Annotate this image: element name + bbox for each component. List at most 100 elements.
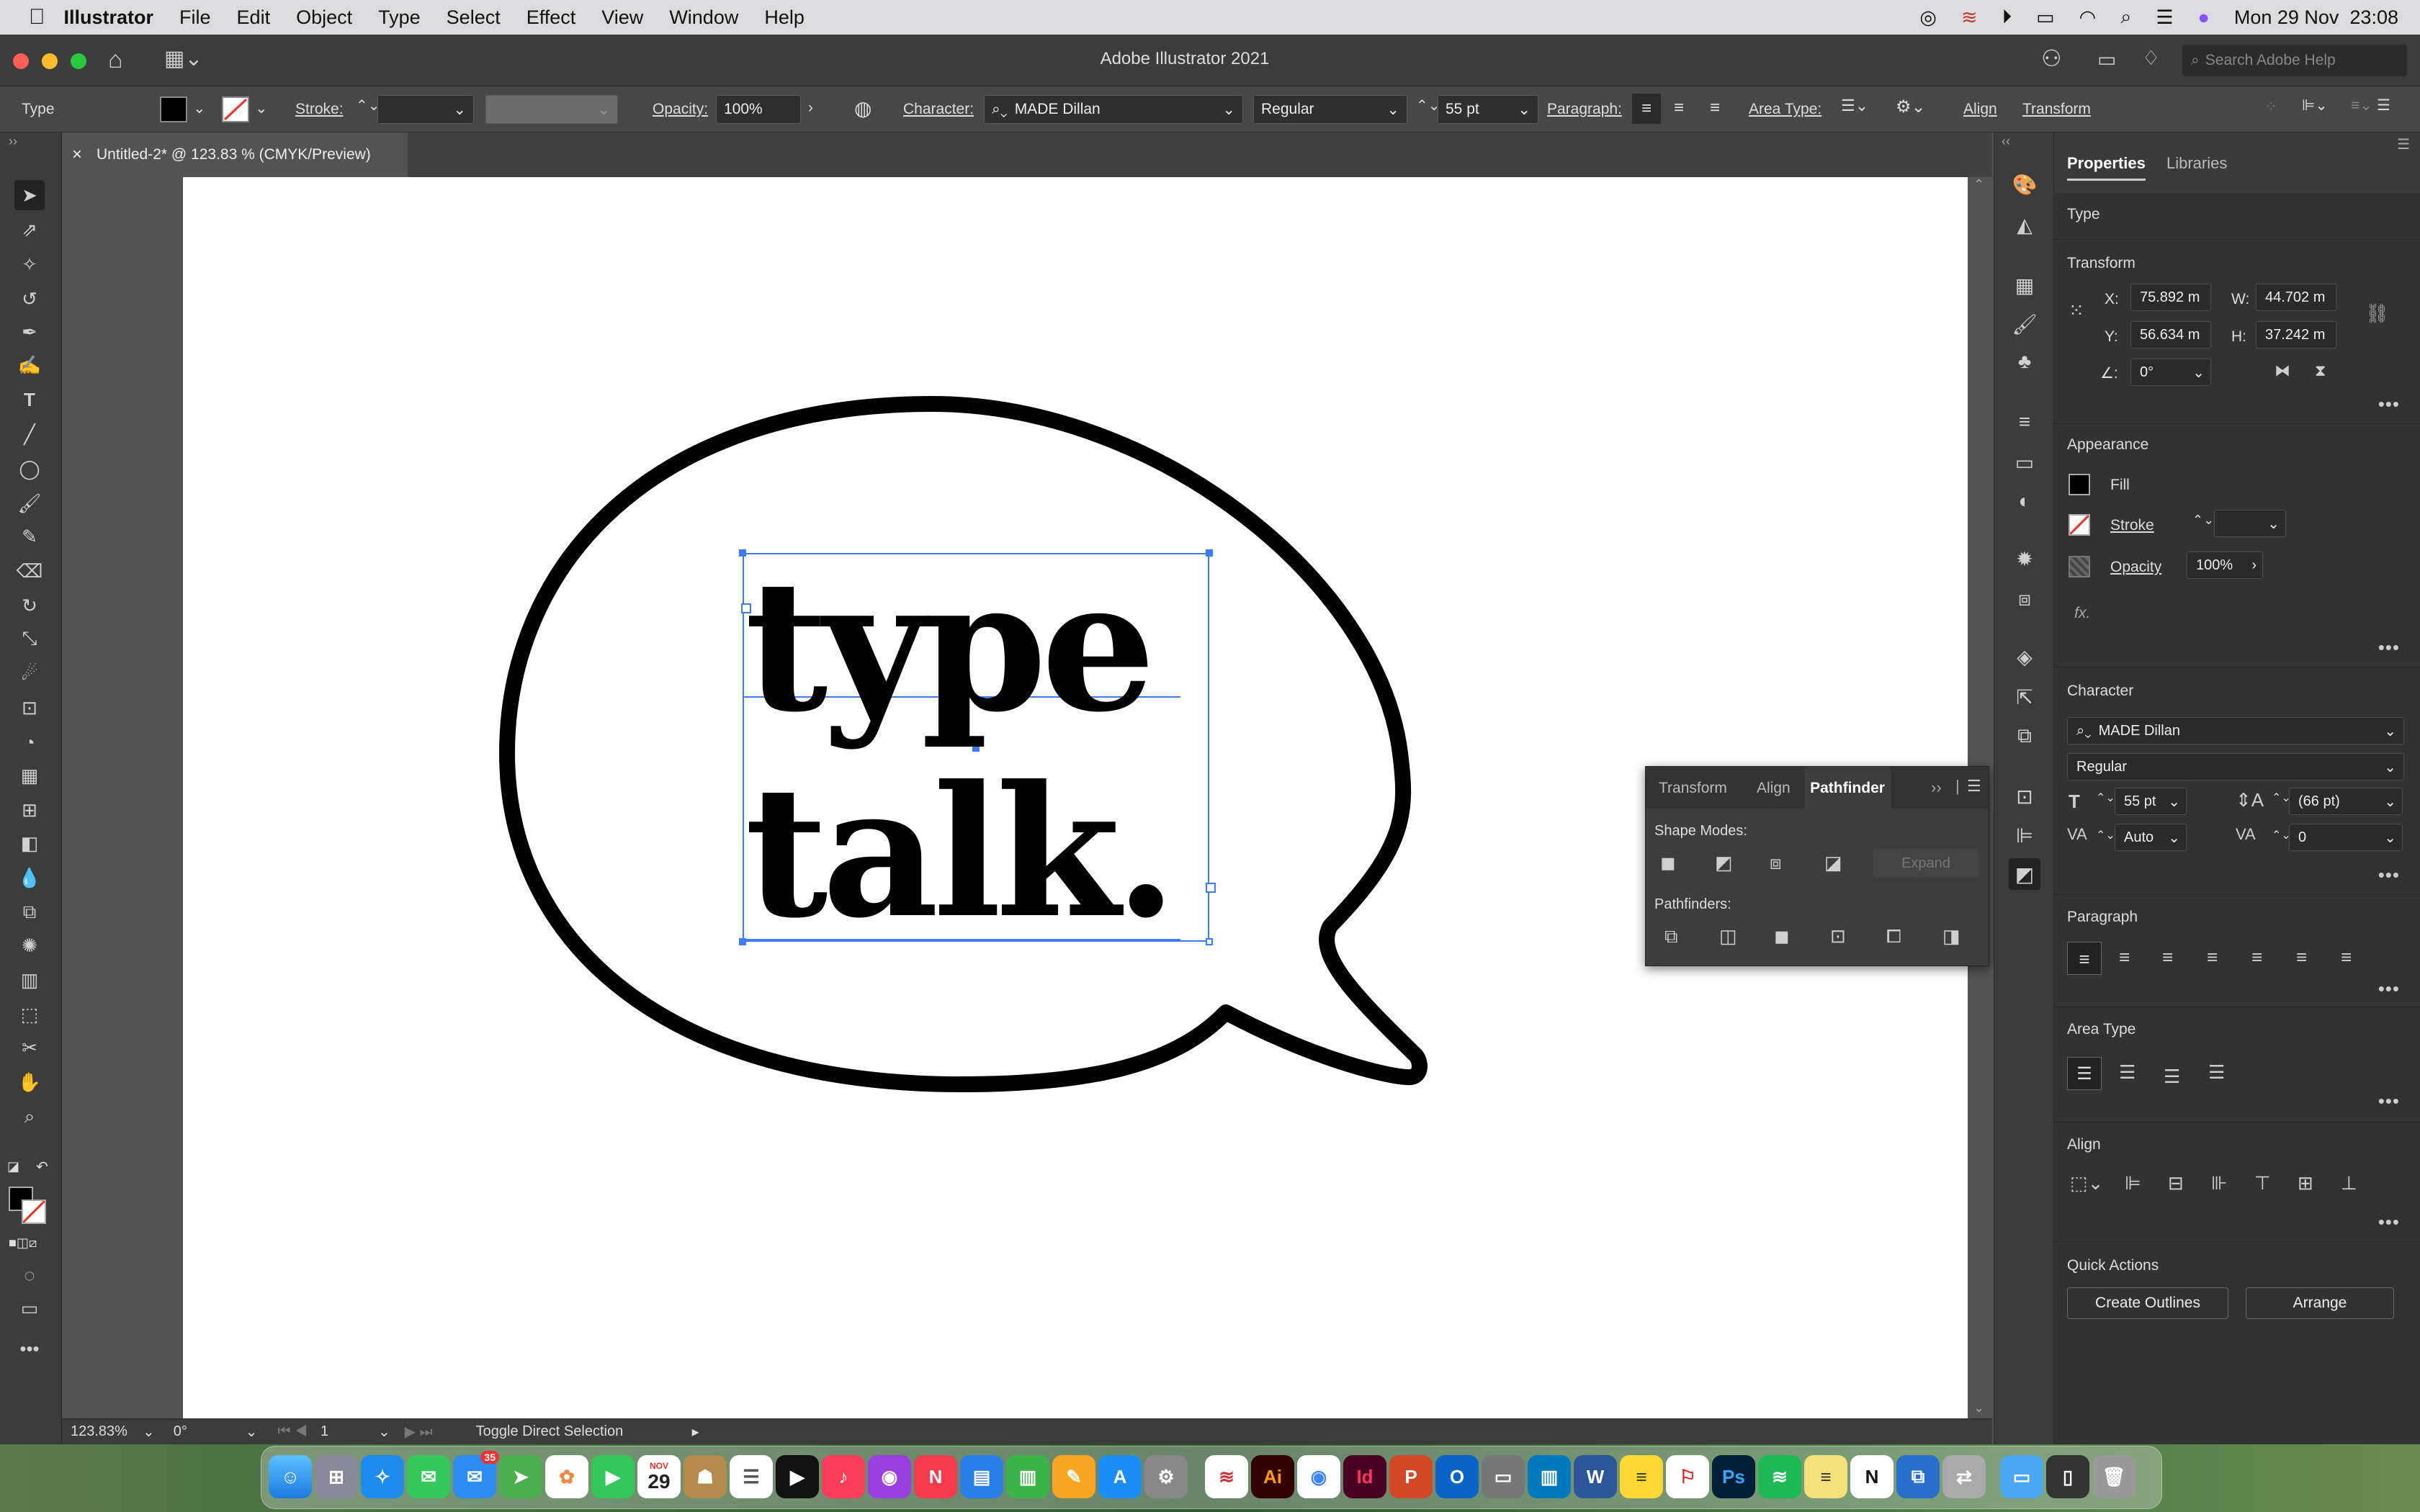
transparency-icon[interactable]: ◐ [2009, 485, 2040, 517]
tab-properties[interactable]: Properties [2067, 154, 2146, 181]
paintbrush-icon[interactable]: 🖌 [14, 488, 45, 518]
lasso-icon[interactable]: ↺ [14, 284, 45, 314]
clock[interactable]: Mon 29 Nov 23:08 [2234, 6, 2398, 29]
opacity-field[interactable]: 100% [716, 95, 801, 124]
stroke-dropdown-icon[interactable]: ⌄ [255, 99, 268, 117]
panel-menu-icon[interactable]: ☰ [2397, 135, 2410, 153]
default-colors-icon[interactable]: ◪ [7, 1159, 19, 1174]
create-outlines-button[interactable]: Create Outlines [2067, 1287, 2228, 1319]
tab-transform[interactable]: Transform [1659, 780, 1727, 797]
arrange-button[interactable]: Arrange [2246, 1287, 2394, 1319]
mesh-tool-icon[interactable]: ⊞ [14, 795, 45, 825]
divide-icon[interactable]: ⧉ [1664, 925, 1678, 948]
align-panel-icon[interactable]: ⊫ [2009, 819, 2040, 851]
close-tab-icon[interactable]: × [72, 145, 82, 165]
hand-tool-icon[interactable]: ✋ [14, 1067, 45, 1097]
snap-options-icon[interactable]: ≡⌄ [2351, 96, 2372, 114]
photoshop-icon[interactable]: Ps [1712, 1455, 1755, 1498]
powerpoint-icon[interactable]: P [1389, 1455, 1433, 1498]
touch-type-icon[interactable]: ⚙⌄ [1896, 96, 1926, 117]
eyedropper-icon[interactable]: 💧 [14, 863, 45, 893]
align-link[interactable]: Align [1963, 101, 1997, 118]
eraser-icon[interactable]: ⌫ [14, 556, 45, 586]
stroke-label[interactable]: Stroke [2110, 517, 2154, 534]
play-icon[interactable]: ⏵ [2002, 6, 2012, 29]
free-transform-icon[interactable]: ⊡ [14, 693, 45, 723]
direct-selection-tool-icon[interactable]: ⇗ [14, 215, 45, 245]
shaper-tool-icon[interactable]: ✎ [14, 521, 45, 552]
screen-mode-icon[interactable]: ▭ [14, 1293, 45, 1323]
minus-front-icon[interactable]: ◩ [1715, 852, 1733, 874]
area-type-more-icon[interactable]: ••• [2378, 1090, 2400, 1112]
zoom-tool-icon[interactable]: ⌕ [14, 1102, 45, 1132]
transform-link[interactable]: Transform [2022, 101, 2091, 118]
indesign-icon[interactable]: Id [1343, 1455, 1386, 1498]
launchpad-icon[interactable]: ⊞ [315, 1455, 358, 1498]
artwork-text[interactable]: type talk. [745, 553, 1178, 945]
shape-builder-icon[interactable]: ◔ [14, 727, 45, 757]
trim-icon[interactable]: ◫ [1719, 925, 1737, 948]
control-center-icon[interactable]: ☰ [2156, 6, 2173, 29]
artboards-icon[interactable]: ⧉ [2009, 720, 2040, 752]
artboard-tool-icon[interactable]: ⬚ [14, 999, 45, 1030]
font-family-dropdown[interactable]: ⌕⌄ MADE Dillan ⌄ [984, 95, 1243, 124]
align-top-icon[interactable]: ☰ [2067, 1057, 2102, 1090]
fx-icon[interactable]: fx. [2074, 605, 2090, 622]
document-stack-icon[interactable]: ▯ [2046, 1455, 2089, 1498]
swap-colors-icon[interactable]: ↶ [36, 1158, 48, 1176]
podcasts-icon[interactable]: ◉ [868, 1455, 911, 1498]
graphic-styles-icon[interactable]: ⧈ [2009, 583, 2040, 615]
drawing-modes-icon[interactable]: ◌ [14, 1260, 45, 1290]
scroll-down-icon[interactable]: ⌄ [1973, 1400, 1984, 1416]
menu-help[interactable]: Help [751, 6, 817, 29]
handle-r[interactable] [1206, 883, 1216, 893]
rotate-view[interactable]: 0° [174, 1423, 246, 1440]
maps-icon[interactable]: ➤ [499, 1455, 542, 1498]
kerning-field[interactable]: Auto ⌄ [2115, 824, 2187, 851]
y-field[interactable]: 56.634 m [2130, 321, 2211, 348]
angle-field[interactable]: 0° ⌄ [2130, 359, 2211, 386]
selection-tool-icon[interactable]: ➤ [14, 180, 45, 210]
blend-tool-icon[interactable]: ⧉ [14, 897, 45, 927]
stroke-stepper[interactable]: ⌃⌄ [2192, 513, 2214, 528]
flip-vertical-icon[interactable]: ⧗ [2315, 361, 2326, 380]
color-panel-icon[interactable]: 🎨 [2009, 168, 2040, 200]
justify-vertical-icon[interactable]: ☰ [2208, 1061, 2225, 1084]
tab-align[interactable]: Align [1757, 780, 1791, 797]
artboard-dropdown-icon[interactable]: ⌄ [378, 1423, 390, 1441]
acrobat-icon[interactable]: ⚐ [1666, 1455, 1709, 1498]
edit-toolbar-icon[interactable]: ••• [14, 1333, 45, 1364]
downloads-folder-icon[interactable]: ▭ [2000, 1455, 2043, 1498]
align-bottom-edge-icon[interactable]: ⊥ [2341, 1172, 2357, 1194]
w-field[interactable]: 44.702 m [2256, 284, 2336, 311]
transform-more-icon[interactable]: ••• [2378, 393, 2400, 415]
color-guide-icon[interactable]: ◭ [2009, 209, 2040, 240]
pen-tool-icon[interactable]: ✒ [14, 317, 45, 347]
opacity-expand-icon[interactable]: › [808, 99, 813, 117]
swatches-icon[interactable]: ▦ [2009, 269, 2040, 301]
artboard-nav-prev-icon[interactable]: ⏮ ◀ [278, 1423, 308, 1440]
menu-window[interactable]: Window [656, 6, 751, 29]
opacity-field[interactable]: 100% › [2187, 552, 2263, 579]
align-top-edge-icon[interactable]: ⊤ [2254, 1172, 2271, 1194]
stroke-label[interactable]: Stroke: [295, 101, 344, 118]
character-style-dropdown[interactable]: Regular ⌄ [2067, 753, 2404, 780]
rotate-tool-icon[interactable]: ↻ [14, 590, 45, 621]
pathfinder-menu-icon[interactable]: ☰ [1967, 777, 1981, 796]
font-size-field[interactable]: 55 pt ⌄ [2115, 788, 2187, 815]
finder-icon[interactable]: ☺ [269, 1455, 312, 1498]
stroke-weight-field[interactable]: ⌄ [377, 95, 474, 124]
scale-tool-icon[interactable]: ⤡ [14, 624, 45, 654]
justify-center-icon[interactable]: ≡ [2251, 946, 2262, 968]
color-none-icons[interactable]: ■◫⧄ [9, 1236, 37, 1251]
align-middle-icon[interactable]: ☰ [2119, 1061, 2136, 1084]
handle-tr[interactable] [1206, 549, 1213, 557]
font-size-stepper[interactable]: ⌃⌄ [1416, 96, 1440, 114]
scroll-up-icon[interactable]: ⌃ [1973, 177, 1984, 192]
messages-icon[interactable]: ✉ [407, 1455, 450, 1498]
justify-all-icon[interactable]: ≡ [2341, 946, 2352, 968]
area-type-label[interactable]: Area Type: [1749, 101, 1821, 118]
opacity-label[interactable]: Opacity [2110, 559, 2161, 576]
apple-icon[interactable]:  [0, 5, 45, 30]
appearance-icon[interactable]: ✹ [2009, 543, 2040, 575]
